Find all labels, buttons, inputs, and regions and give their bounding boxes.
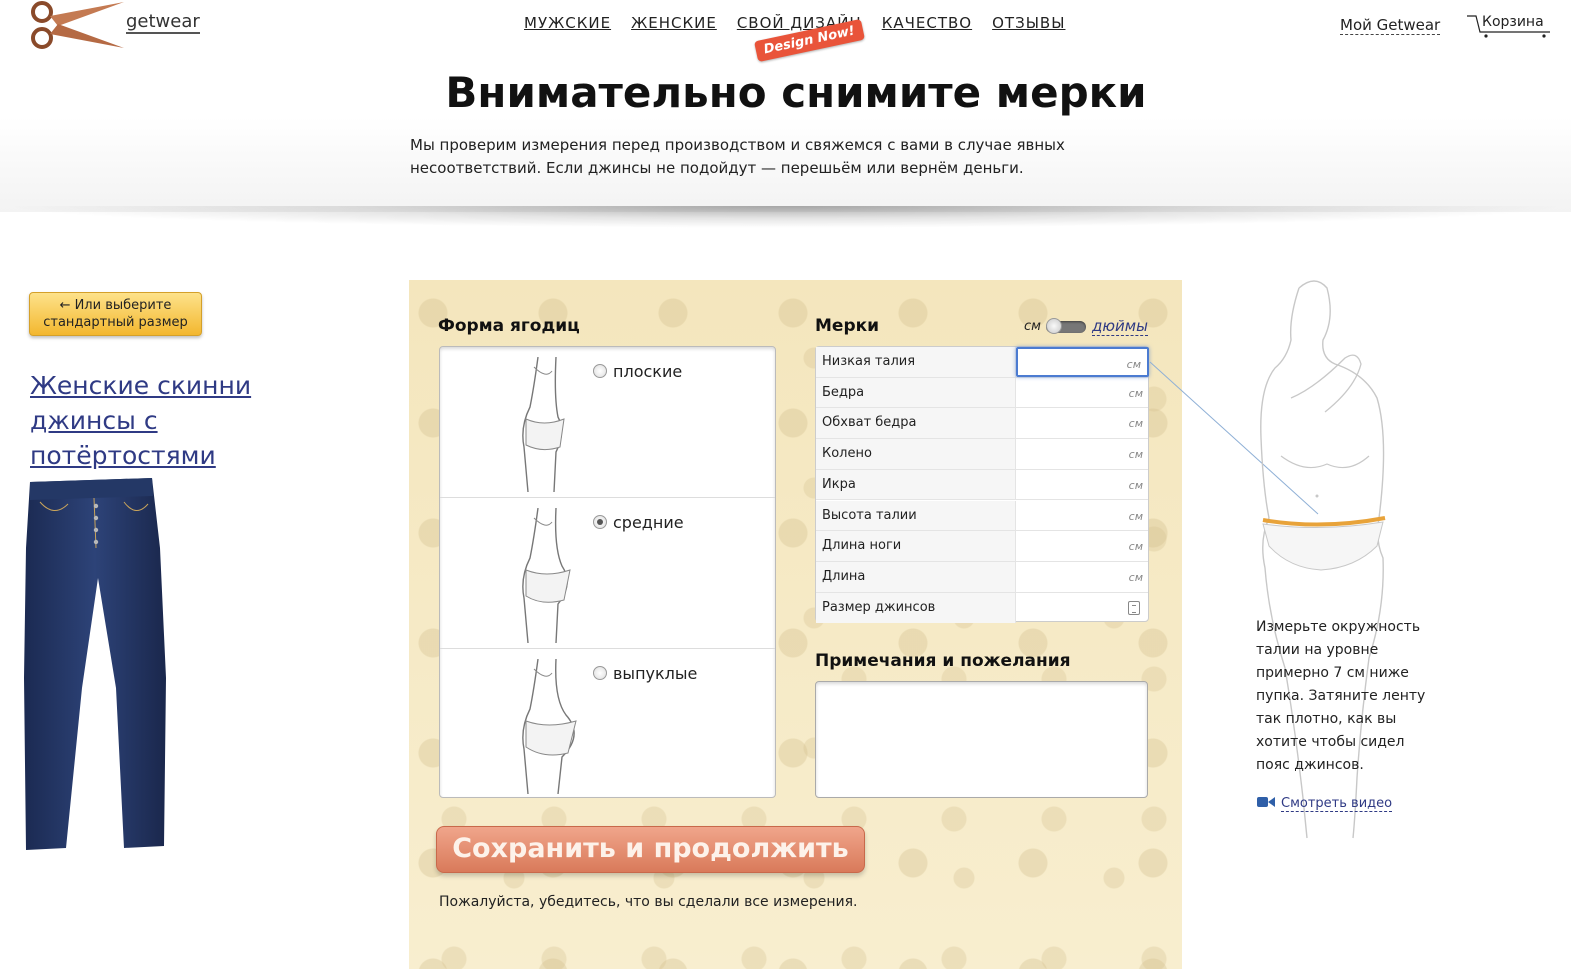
- medium-figure-icon: [522, 508, 571, 643]
- logo-text: getwear: [126, 11, 200, 34]
- header-shadow: [0, 206, 1571, 228]
- logo[interactable]: getwear: [28, 0, 208, 52]
- buttock-shape-options: плоские средние выпуклые: [439, 346, 776, 798]
- unit-label: см: [1128, 386, 1143, 400]
- shape-flat-label: плоские: [613, 362, 683, 381]
- main-nav: МУЖСКИЕ ЖЕНСКИЕ СВОЙ ДИЗАЙН КАЧЕСТВО ОТЗ…: [524, 14, 1065, 32]
- unit-inches-link[interactable]: дюймы: [1092, 317, 1148, 336]
- cart-link[interactable]: Корзина: [1466, 12, 1554, 38]
- buttock-shape-title: Форма ягодиц: [438, 316, 580, 336]
- calf-field[interactable]: см: [1016, 469, 1149, 500]
- shape-round-radio[interactable]: [593, 666, 607, 680]
- shape-medium-radio[interactable]: [593, 515, 607, 529]
- unit-cm-label: см: [1024, 319, 1041, 334]
- measurement-label: Высота талии: [816, 500, 1016, 531]
- nav-reviews[interactable]: ОТЗЫВЫ: [992, 14, 1065, 32]
- rise-field[interactable]: см: [1016, 500, 1149, 531]
- shape-option-round[interactable]: выпуклые: [440, 649, 775, 800]
- notes-textarea[interactable]: [815, 681, 1148, 798]
- page-intro: Мы проверим измерения перед производство…: [410, 136, 1065, 177]
- page-title: Внимательно снимите мерки: [445, 68, 1147, 117]
- measurement-label: Икра: [816, 469, 1016, 500]
- measurement-row-inseam: Длина ноги см: [816, 531, 1149, 562]
- unit-switch[interactable]: [1046, 318, 1086, 334]
- measurement-label: Обхват бедра: [816, 408, 1016, 439]
- round-figure-icon: [522, 659, 577, 794]
- unit-switch-knob[interactable]: [1046, 318, 1062, 334]
- watch-video-link[interactable]: Смотреть видео: [1257, 796, 1393, 812]
- measurement-row-thigh: Обхват бедра см: [816, 408, 1149, 440]
- shape-medium-label: средние: [613, 513, 684, 532]
- shape-option-flat[interactable]: плоские: [440, 347, 775, 498]
- measurement-row-calf: Икра см: [816, 469, 1149, 501]
- unit-label: см: [1128, 570, 1143, 584]
- hips-field[interactable]: см: [1016, 377, 1149, 408]
- product-title-link[interactable]: Женские скинни джинсы с потёртостями: [30, 368, 270, 473]
- low-waist-field[interactable]: см: [1016, 347, 1149, 377]
- choose-standard-size-button[interactable]: ← Или выберите стандартный размер: [29, 292, 202, 336]
- inseam-field[interactable]: см: [1016, 531, 1149, 561]
- unit-label: см: [1126, 358, 1141, 371]
- page: getwear МУЖСКИЕ ЖЕНСКИЕ СВОЙ ДИЗАЙН КАЧЕ…: [0, 0, 1571, 969]
- length-field[interactable]: см: [1016, 561, 1149, 592]
- nav-women[interactable]: ЖЕНСКИЕ: [631, 14, 717, 32]
- measurement-label: Колено: [816, 439, 1016, 469]
- jeans-product-image: [24, 478, 166, 850]
- measurement-row-length: Длина см: [816, 561, 1149, 593]
- measurement-label: Бедра: [816, 377, 1016, 408]
- unit-toggle[interactable]: см дюймы: [1024, 317, 1149, 338]
- shape-flat-radio[interactable]: [593, 364, 607, 378]
- measurement-row-low-waist: Низкая талия см: [816, 347, 1149, 378]
- video-camera-icon: [1257, 796, 1275, 808]
- jeans-size-field[interactable]: [1016, 592, 1149, 624]
- knee-field[interactable]: см: [1016, 439, 1149, 469]
- shape-option-medium[interactable]: средние: [440, 498, 775, 649]
- unit-label: см: [1128, 478, 1143, 492]
- size-selector-icon[interactable]: [1128, 600, 1140, 615]
- measurements-title: Мерки: [815, 316, 880, 336]
- nav-quality[interactable]: КАЧЕСТВО: [882, 14, 972, 32]
- nav-men[interactable]: МУЖСКИЕ: [524, 14, 611, 32]
- measurement-row-hips: Бедра см: [816, 377, 1149, 409]
- notes-title: Примечания и пожелания: [815, 651, 1071, 671]
- measurement-row-jeans-size: Размер джинсов: [816, 592, 1149, 624]
- measurement-row-rise: Высота талии см: [816, 500, 1149, 532]
- measurement-instruction: Измерьте окружность талии на уровне прим…: [1256, 619, 1426, 773]
- unit-label: см: [1128, 540, 1143, 554]
- measurement-row-knee: Колено см: [816, 439, 1149, 470]
- measurement-label: Длина: [816, 561, 1016, 592]
- form-hint: Пожалуйста, убедитесь, что вы сделали вс…: [439, 894, 858, 910]
- shape-round-label: выпуклые: [613, 664, 698, 683]
- unit-label: см: [1128, 448, 1143, 462]
- watch-video-label: Смотреть видео: [1281, 796, 1393, 812]
- unit-label: см: [1128, 417, 1143, 431]
- account-link[interactable]: Мой Getwear: [1340, 16, 1441, 35]
- save-and-continue-button[interactable]: Сохранить и продолжить: [436, 826, 865, 873]
- measurements-table: Низкая талия см Бедра см Обхват бедра см…: [815, 346, 1149, 624]
- flat-figure-icon: [522, 357, 565, 492]
- unit-label: см: [1128, 509, 1143, 523]
- measurement-label: Длина ноги: [816, 531, 1016, 561]
- thigh-field[interactable]: см: [1016, 408, 1149, 439]
- measurement-label: Размер джинсов: [816, 592, 1016, 624]
- cart-label: Корзина: [1482, 14, 1544, 30]
- measurement-label: Низкая талия: [816, 347, 1016, 377]
- scissors-logo-icon: [31, 1, 124, 49]
